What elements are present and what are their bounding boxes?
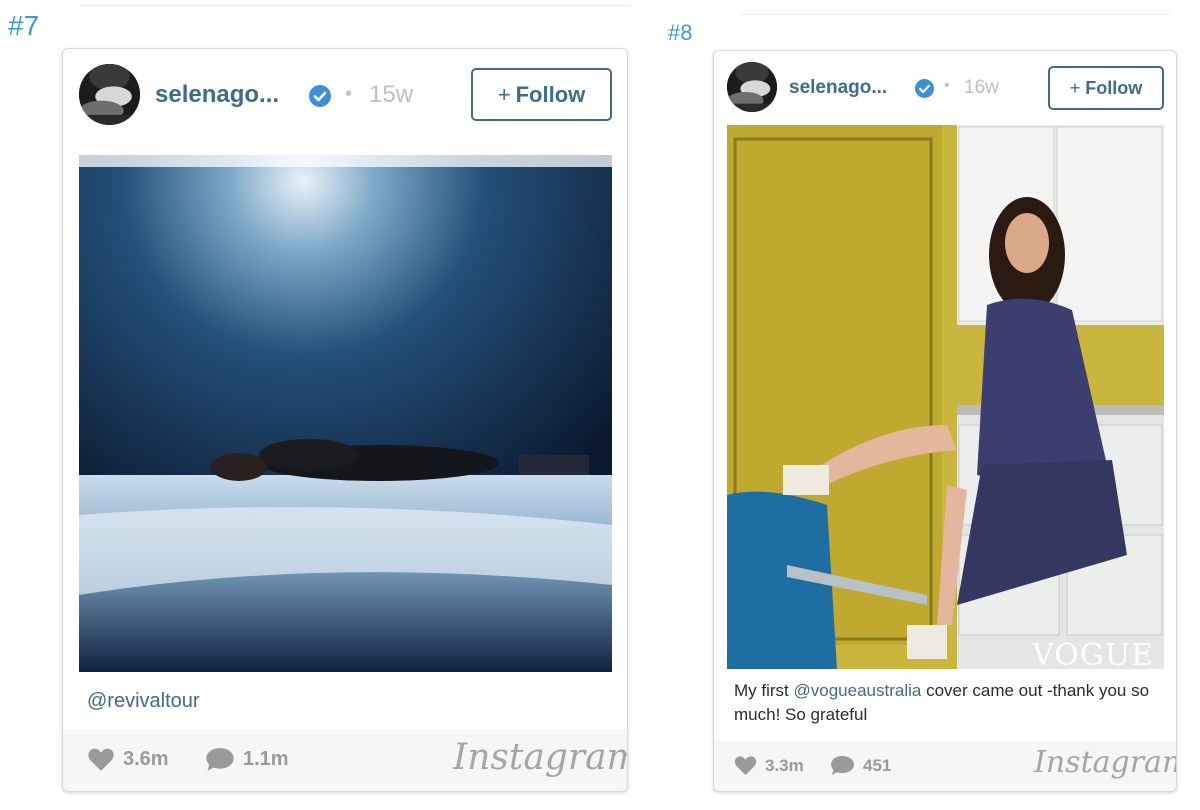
plus-icon: + — [497, 81, 511, 107]
avatar-image — [79, 64, 140, 125]
heart-icon — [88, 748, 114, 771]
post-photo[interactable] — [79, 155, 612, 672]
likes-count: 3.3m — [765, 755, 804, 775]
caption-mention[interactable]: @revivaltour — [87, 690, 200, 712]
comments-count: 1.1m — [243, 748, 289, 770]
comments-stat: 451 — [830, 755, 891, 776]
post-footer: 3.3m 451 Instagram — [714, 741, 1176, 791]
likes-stat: 3.6m — [87, 747, 169, 772]
instagram-post-card: selenago... • 15w + Follow @revivaltour … — [62, 48, 628, 792]
post-photo[interactable]: VOGUE — [727, 125, 1164, 669]
concert-stage-image — [79, 155, 612, 672]
username[interactable]: selenago... — [155, 81, 279, 109]
separator-dot: • — [944, 77, 950, 94]
follow-label: Follow — [515, 81, 586, 107]
rank-label-8: #8 — [668, 20, 693, 45]
post-age: 16w — [964, 77, 999, 98]
post-footer: 3.6m 1.1m Instagram — [63, 729, 627, 791]
instagram-logo: Instagram — [453, 737, 628, 778]
post-caption: My first @vogueaustralia cover came out … — [734, 679, 1164, 727]
verified-badge-icon — [309, 85, 331, 107]
separator-dot: • — [345, 83, 353, 105]
post-caption: @revivaltour — [87, 687, 200, 715]
heart-icon — [734, 756, 757, 776]
rank-label-7: #7 — [8, 10, 40, 41]
likes-count: 3.6m — [123, 748, 169, 770]
instagram-logo: Instagram — [1034, 745, 1177, 780]
comment-icon — [206, 748, 234, 771]
comment-icon — [831, 755, 854, 776]
magazine-cover-image — [727, 125, 1164, 669]
caption-text-prefix: My first — [734, 681, 794, 700]
likes-stat: 3.3m — [734, 755, 804, 776]
follow-button[interactable]: + Follow — [471, 68, 612, 121]
username[interactable]: selenago... — [789, 77, 887, 99]
post-age: 15w — [369, 81, 414, 108]
divider — [80, 5, 630, 6]
comments-stat: 1.1m — [205, 747, 289, 772]
magazine-logo: VOGUE — [1032, 638, 1154, 669]
caption-mention[interactable]: @vogueaustralia — [794, 681, 922, 700]
follow-label: Follow — [1085, 77, 1143, 98]
plus-icon: + — [1069, 77, 1081, 98]
avatar[interactable] — [79, 64, 140, 125]
avatar-image — [727, 62, 777, 112]
verified-badge-icon — [915, 79, 934, 98]
avatar[interactable] — [727, 62, 777, 112]
divider — [740, 14, 1170, 15]
instagram-post-card: selenago... • 16w + Follow VOGUE My firs… — [713, 50, 1177, 792]
follow-button[interactable]: + Follow — [1048, 66, 1164, 110]
comments-count: 451 — [863, 755, 892, 775]
